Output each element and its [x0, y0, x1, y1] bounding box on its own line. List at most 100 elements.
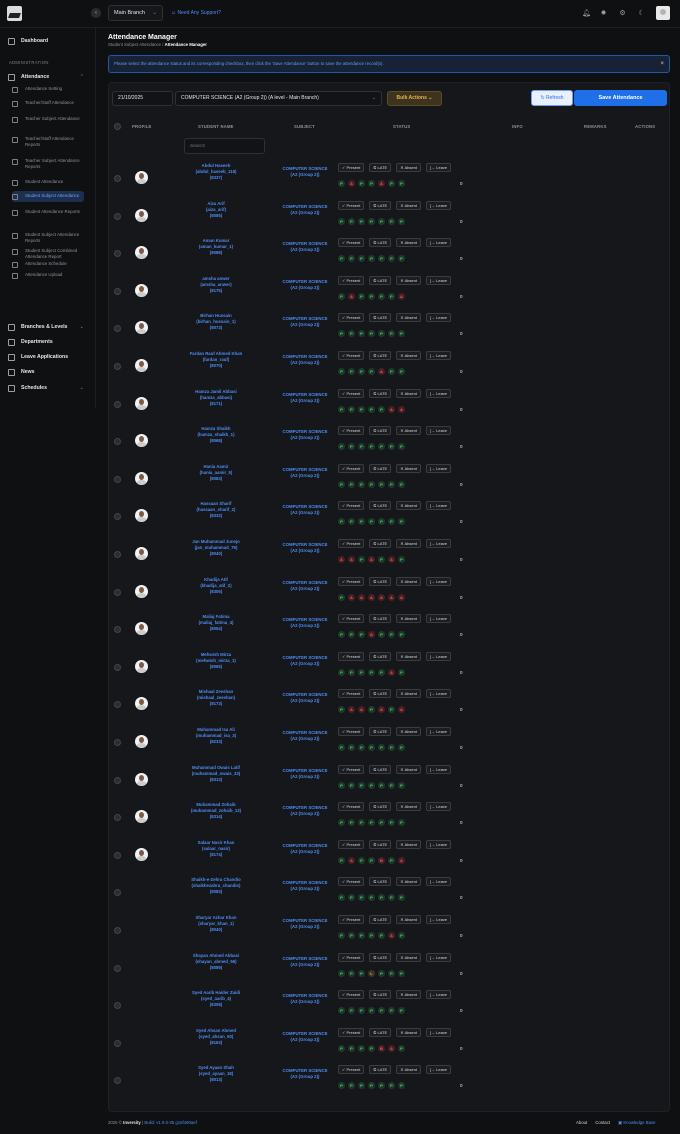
user-avatar[interactable] [656, 6, 670, 20]
leave-button[interactable]: [→ Leave [425, 877, 452, 887]
leave-button[interactable]: [→ Leave [425, 764, 452, 774]
sidebar-subitem[interactable]: Attendance Schedule [12, 261, 84, 268]
late-button[interactable]: ⏲ LATE [369, 689, 392, 699]
late-button[interactable]: ⏲ LATE [369, 576, 392, 586]
absent-button[interactable]: ✕ Absent [396, 915, 421, 924]
leave-button[interactable]: [→ Leave [425, 915, 452, 924]
row-checkbox[interactable] [114, 701, 121, 709]
sidebar-subitem[interactable]: Teacher Subject Attendance Reports [12, 158, 84, 169]
absent-button[interactable]: ✕ Absent [396, 388, 421, 398]
leave-button[interactable]: [→ Leave [425, 275, 452, 285]
row-checkbox[interactable] [114, 551, 121, 558]
sidebar-subitem[interactable]: Student Subject Attendance [12, 191, 84, 202]
student-name-link[interactable]: Hamza Jamil Abbasi (hamza_abbasi) (8171) [180, 389, 252, 407]
subject-link[interactable]: COMPUTER SCIENCE (A2 (Group 2)) [276, 993, 334, 1005]
close-icon[interactable]: × [660, 56, 664, 72]
row-checkbox[interactable] [114, 626, 121, 634]
row-checkbox[interactable] [114, 363, 121, 370]
late-button[interactable]: ⏲ LATE [369, 651, 392, 661]
subject-link[interactable]: COMPUTER SCIENCE (A2 (Group 2)) [276, 692, 334, 704]
present-button[interactable]: ✓ Present [338, 915, 365, 924]
absent-button[interactable]: ✕ Absent [396, 275, 421, 285]
subject-link[interactable]: COMPUTER SCIENCE (A2 (Group 2)) [276, 316, 334, 328]
subject-link[interactable]: COMPUTER SCIENCE (A2 (Group 2)) [276, 880, 334, 892]
subject-link[interactable]: COMPUTER SCIENCE (A2 (Group 2)) [276, 918, 334, 930]
late-button[interactable]: ⏲ LATE [369, 1027, 392, 1037]
student-name-link[interactable]: Shaikh-e-Zehra Chandio (shaikhezahra_chan… [180, 877, 252, 895]
late-button[interactable]: ⏲ LATE [369, 802, 392, 812]
student-name-link[interactable]: Abdul Haseeb (abdul_haseeb_118) (8337) [180, 163, 252, 181]
subject-link[interactable]: COMPUTER SCIENCE (A2 (Group 2)) [276, 1031, 334, 1043]
student-name-link[interactable]: Birhan Hussain (birhan_hussain_1) (8073) [180, 313, 252, 331]
leave-button[interactable]: [→ Leave [425, 614, 452, 624]
absent-button[interactable]: ✕ Absent [396, 163, 421, 172]
present-button[interactable]: ✓ Present [338, 463, 365, 473]
absent-button[interactable]: ✕ Absent [396, 426, 421, 436]
leave-button[interactable]: [→ Leave [425, 388, 452, 398]
absent-button[interactable]: ✕ Absent [396, 1027, 421, 1037]
subject-link[interactable]: COMPUTER SCIENCE (A2 (Group 2)) [276, 730, 334, 742]
absent-button[interactable]: ✕ Absent [396, 351, 421, 360]
save-attendance-button[interactable]: Save Attendance [574, 90, 667, 106]
subject-link[interactable]: COMPUTER SCIENCE (A2 (Group 2)) [276, 204, 334, 216]
student-name-link[interactable]: Shayan Ahmed Abbasi (shayan_ahmed_56) (808… [180, 953, 252, 971]
present-button[interactable]: ✓ Present [338, 990, 365, 1000]
subject-link[interactable]: COMPUTER SCIENCE (A2 (Group 2)) [276, 467, 334, 479]
sidebar-item-leave-applications[interactable]: Leave Applications [8, 354, 86, 361]
row-checkbox[interactable] [114, 964, 121, 972]
student-name-link[interactable]: Hania Aamir (hania_aamir_5) (8083) [180, 464, 252, 482]
subject-link[interactable]: COMPUTER SCIENCE (A2 (Group 2)) [276, 805, 334, 817]
subject-link[interactable]: COMPUTER SCIENCE (A2 (Group 2)) [276, 279, 334, 291]
present-button[interactable]: ✓ Present [338, 1027, 365, 1037]
absent-button[interactable]: ✕ Absent [396, 576, 421, 586]
subject-link[interactable]: COMPUTER SCIENCE (A2 (Group 2)) [276, 655, 334, 667]
sidebar-item-branches[interactable]: Branches & Levels ⌄ [8, 324, 86, 331]
leave-button[interactable]: [→ Leave [425, 539, 452, 548]
subject-link[interactable]: COMPUTER SCIENCE (A2 (Group 2)) [276, 504, 334, 516]
present-button[interactable]: ✓ Present [338, 839, 365, 849]
bulk-actions-button[interactable]: Bulk Actions ⌄ [387, 91, 442, 106]
student-name-link[interactable]: Aiza Arif (aiza_arif) (8085) [180, 201, 252, 219]
late-button[interactable]: ⏲ LATE [369, 463, 392, 473]
subject-link[interactable]: COMPUTER SCIENCE (A2 (Group 2)) [276, 768, 334, 780]
leave-button[interactable]: [→ Leave [425, 1065, 452, 1075]
sidebar-subitem[interactable]: Student Subject Combined Attendance Repo… [12, 248, 84, 259]
branch-selector[interactable]: Main Branch ⌄ [108, 5, 163, 21]
leave-button[interactable]: [→ Leave [425, 501, 452, 511]
late-button[interactable]: ⏲ LATE [369, 839, 392, 849]
subject-link[interactable]: COMPUTER SCIENCE (A2 (Group 2)) [276, 843, 334, 855]
sidebar-subitem[interactable]: Attendance Upload [12, 272, 84, 279]
absent-button[interactable]: ✕ Absent [396, 651, 421, 661]
present-button[interactable]: ✓ Present [338, 802, 365, 812]
present-button[interactable]: ✓ Present [338, 877, 365, 887]
student-name-link[interactable]: amsha anwer (amsha_anwer) (8175) [180, 276, 252, 294]
subject-link[interactable]: COMPUTER SCIENCE (A2 (Group 2)) [276, 241, 334, 253]
leave-button[interactable]: [→ Leave [425, 463, 452, 473]
absent-button[interactable]: ✕ Absent [396, 539, 421, 548]
present-button[interactable]: ✓ Present [338, 614, 365, 624]
bell-icon[interactable]: 🔔︎ [582, 9, 591, 18]
present-button[interactable]: ✓ Present [338, 727, 365, 736]
late-button[interactable]: ⏲ LATE [369, 313, 392, 323]
late-button[interactable]: ⏲ LATE [369, 388, 392, 398]
present-button[interactable]: ✓ Present [338, 313, 365, 323]
leave-button[interactable]: [→ Leave [425, 426, 452, 436]
row-checkbox[interactable] [114, 1077, 121, 1085]
absent-button[interactable]: ✕ Absent [396, 877, 421, 887]
student-name-link[interactable]: Muhammad Owais Latif (muhammad_owais_33)(… [180, 765, 252, 783]
row-checkbox[interactable] [114, 287, 121, 295]
present-button[interactable]: ✓ Present [338, 952, 365, 962]
student-name-link[interactable]: Muhammad Zohaib (muhammad_zohaib_13) (8314… [180, 802, 252, 820]
row-checkbox[interactable] [114, 1002, 121, 1010]
late-button[interactable]: ⏲ LATE [369, 990, 392, 1000]
late-button[interactable]: ⏲ LATE [369, 1065, 392, 1075]
subject-link[interactable]: COMPUTER SCIENCE (A2 (Group 2)) [276, 956, 334, 968]
subject-link[interactable]: COMPUTER SCIENCE (A2 (Group 2)) [276, 392, 334, 404]
subject-link[interactable]: COMPUTER SCIENCE (A2 (Group 2)) [276, 1068, 334, 1080]
late-button[interactable]: ⏲ LATE [369, 915, 392, 924]
student-name-link[interactable]: Fardan Rauf Ahmed Khan (fardan_rauf) (8070… [180, 351, 252, 369]
leave-button[interactable]: [→ Leave [425, 651, 452, 661]
absent-button[interactable]: ✕ Absent [396, 200, 421, 210]
sidebar-subitem[interactable]: Student Subject Attendance Reports [12, 232, 84, 243]
support-link[interactable]: ☺ Need Any Support? [171, 10, 221, 16]
